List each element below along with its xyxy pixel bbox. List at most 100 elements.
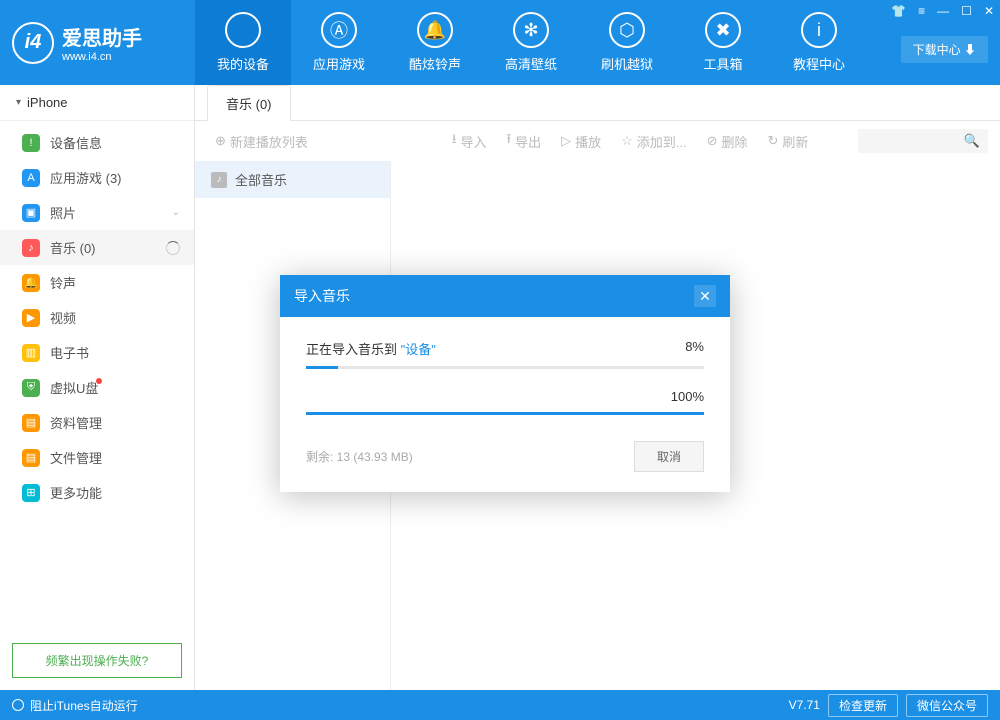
sidebar-icon: ⛨	[22, 379, 40, 397]
sidebar-icon: ▤	[22, 414, 40, 432]
statusbar-right: V7.71 检查更新 微信公众号	[789, 694, 988, 717]
export-button[interactable]: ⭱导出	[499, 130, 550, 152]
modal-close-button[interactable]: ✕	[694, 285, 716, 307]
sidebar-icon: !	[22, 134, 40, 152]
import-modal: 导入音乐 ✕ 正在导入音乐到 "设备" 8% 100% 剩余: 13 (43.9…	[280, 275, 730, 492]
sidebar-item-1[interactable]: A应用游戏 (3)	[0, 160, 194, 195]
download-center-button[interactable]: 下载中心 ⬇	[901, 36, 988, 63]
nav-icon	[225, 12, 261, 48]
maximize-icon[interactable]: ☐	[961, 4, 972, 18]
sidebar-item-3[interactable]: ♪音乐 (0)	[0, 230, 194, 265]
music-icon: ♪	[211, 172, 227, 188]
sidebar-item-6[interactable]: ▥电子书	[0, 335, 194, 370]
sidebar-item-2[interactable]: ▣照片⌄	[0, 195, 194, 230]
device-link[interactable]: "设备"	[401, 342, 436, 357]
app-header: i4 爱思助手 www.i4.cn 我的设备Ⓐ应用游戏🔔酷炫铃声✻高清壁纸⬡刷机…	[0, 0, 1000, 85]
notification-dot-icon	[96, 378, 102, 384]
statusbar-left: 阻止iTunes自动运行	[12, 697, 138, 714]
app-logo-icon: i4	[12, 22, 54, 64]
play-button[interactable]: ▷播放	[553, 132, 609, 151]
refresh-button[interactable]: ↻刷新	[760, 132, 817, 151]
nav-icon: ✖	[705, 12, 741, 48]
sidebar-item-7[interactable]: ⛨虚拟U盘	[0, 370, 194, 405]
sidebar-icon: ▶	[22, 309, 40, 327]
logo-text: 爱思助手 www.i4.cn	[62, 22, 142, 63]
sidebar-icon: ▥	[22, 344, 40, 362]
modal-footer: 剩余: 13 (43.93 MB) 取消	[306, 435, 704, 472]
progress-bar-2	[306, 412, 704, 415]
help-link[interactable]: 频繁出现操作失败?	[12, 643, 182, 678]
statusbar: 阻止iTunes自动运行 V7.71 检查更新 微信公众号	[0, 690, 1000, 720]
category-all-music[interactable]: ♪ 全部音乐	[195, 161, 390, 198]
play-icon: ▷	[561, 133, 571, 149]
minimize-icon[interactable]: —	[937, 4, 949, 18]
progress-row-2: 100%	[306, 389, 704, 415]
close-icon[interactable]: ✕	[984, 4, 994, 18]
nav-icon: i	[801, 12, 837, 48]
modal-header: 导入音乐 ✕	[280, 275, 730, 317]
menu-icon[interactable]: ≡	[918, 4, 925, 18]
search-icon: 🔍	[964, 133, 980, 149]
modal-body: 正在导入音乐到 "设备" 8% 100% 剩余: 13 (43.93 MB) 取…	[280, 317, 730, 492]
new-playlist-button[interactable]: ⊕新建播放列表	[207, 132, 316, 151]
sidebar-icon: ▤	[22, 449, 40, 467]
chevron-down-icon: ⌄	[172, 207, 180, 218]
sidebar-icon: ▣	[22, 204, 40, 222]
import-button[interactable]: ⭳导入	[444, 130, 495, 152]
nav-icon: Ⓐ	[321, 12, 357, 48]
device-name: iPhone	[27, 95, 67, 110]
sidebar-icon: ♪	[22, 239, 40, 257]
sidebar: iPhone !设备信息A应用游戏 (3)▣照片⌄♪音乐 (0)🔔铃声▶视频▥电…	[0, 85, 195, 690]
nav-tab-6[interactable]: i教程中心	[771, 0, 867, 85]
sidebar-items: !设备信息A应用游戏 (3)▣照片⌄♪音乐 (0)🔔铃声▶视频▥电子书⛨虚拟U盘…	[0, 121, 194, 631]
progress-row-1: 正在导入音乐到 "设备" 8%	[306, 339, 704, 369]
loading-spinner-icon	[166, 241, 180, 255]
tab-music[interactable]: 音乐 (0)	[207, 85, 291, 121]
import-icon: ⭳	[452, 130, 457, 152]
itunes-block-label[interactable]: 阻止iTunes自动运行	[30, 697, 138, 714]
app-title: 爱思助手	[62, 22, 142, 51]
check-update-button[interactable]: 检查更新	[828, 694, 898, 717]
skin-icon[interactable]: 👕	[891, 4, 906, 18]
export-icon: ⭱	[507, 130, 512, 152]
progress-percent-2: 100%	[671, 389, 704, 404]
progress-bar-1	[306, 366, 704, 369]
sidebar-icon: ⊞	[22, 484, 40, 502]
progress-percent-1: 8%	[685, 339, 704, 358]
refresh-icon: ↻	[768, 133, 779, 149]
toggle-icon[interactable]	[12, 699, 24, 711]
window-controls: 👕 ≡ — ☐ ✕	[891, 4, 994, 18]
sidebar-item-4[interactable]: 🔔铃声	[0, 265, 194, 300]
nav-tab-1[interactable]: Ⓐ应用游戏	[291, 0, 387, 85]
nav-tab-5[interactable]: ✖工具箱	[675, 0, 771, 85]
delete-button[interactable]: ⊘删除	[699, 132, 756, 151]
nav-tab-3[interactable]: ✻高清壁纸	[483, 0, 579, 85]
nav-icon: ✻	[513, 12, 549, 48]
sidebar-item-8[interactable]: ▤资料管理	[0, 405, 194, 440]
search-input[interactable]: 🔍	[858, 129, 988, 153]
sidebar-item-10[interactable]: ⊞更多功能	[0, 475, 194, 510]
tab-bar: 音乐 (0)	[195, 85, 1000, 121]
modal-title: 导入音乐	[294, 286, 350, 306]
add-icon: ☆	[621, 133, 633, 149]
delete-icon: ⊘	[707, 133, 718, 149]
remaining-label: 剩余: 13 (43.93 MB)	[306, 448, 413, 465]
nav-tab-2[interactable]: 🔔酷炫铃声	[387, 0, 483, 85]
nav-tab-0[interactable]: 我的设备	[195, 0, 291, 85]
nav-tabs: 我的设备Ⓐ应用游戏🔔酷炫铃声✻高清壁纸⬡刷机越狱✖工具箱i教程中心	[195, 0, 867, 85]
nav-icon: ⬡	[609, 12, 645, 48]
app-url: www.i4.cn	[62, 51, 142, 63]
wechat-button[interactable]: 微信公众号	[906, 694, 988, 717]
sidebar-item-9[interactable]: ▤文件管理	[0, 440, 194, 475]
device-header[interactable]: iPhone	[0, 85, 194, 121]
toolbar: ⊕新建播放列表 ⭳导入 ⭱导出 ▷播放 ☆添加到... ⊘删除 ↻刷新 🔍	[195, 121, 1000, 161]
plus-icon: ⊕	[215, 133, 226, 149]
nav-tab-4[interactable]: ⬡刷机越狱	[579, 0, 675, 85]
sidebar-icon: A	[22, 169, 40, 187]
add-to-button[interactable]: ☆添加到...	[613, 132, 695, 151]
sidebar-item-0[interactable]: !设备信息	[0, 125, 194, 160]
nav-icon: 🔔	[417, 12, 453, 48]
sidebar-item-5[interactable]: ▶视频	[0, 300, 194, 335]
cancel-button[interactable]: 取消	[634, 441, 704, 472]
sidebar-icon: 🔔	[22, 274, 40, 292]
